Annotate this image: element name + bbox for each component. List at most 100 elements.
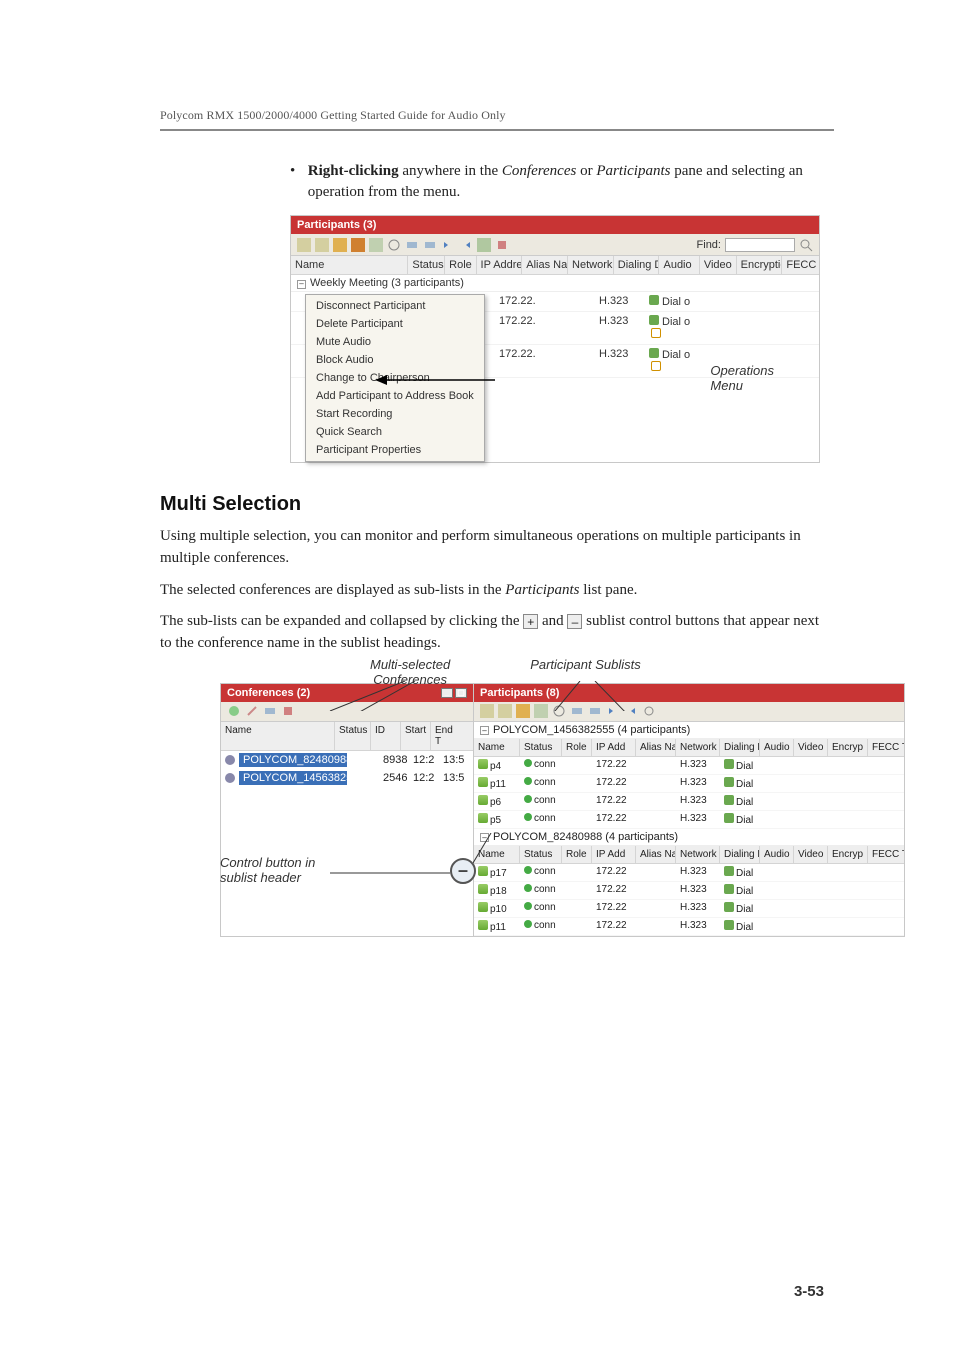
cth-status[interactable]: Status: [335, 722, 371, 750]
context-menu-item[interactable]: Block Audio: [306, 351, 484, 369]
toolbar-icon[interactable]: [351, 238, 365, 252]
toolbar-icon[interactable]: [477, 238, 491, 252]
participant-row[interactable]: p10conn172.22H.323Dial: [474, 900, 904, 918]
participant-row[interactable]: p18conn172.22H.323Dial: [474, 882, 904, 900]
sth-role[interactable]: Role: [562, 739, 592, 756]
context-menu-item[interactable]: Disconnect Participant: [306, 297, 484, 315]
collapse-icon[interactable]: –: [480, 726, 489, 735]
participants-panel: Participants (3) Find:: [290, 215, 820, 463]
sth-role[interactable]: Role: [562, 846, 592, 863]
group-label: Weekly Meeting (3 participants): [310, 277, 464, 289]
bullet-ital-2: Participants: [596, 163, 670, 179]
toolbar-icon[interactable]: [297, 238, 311, 252]
sth-audio[interactable]: Audio: [760, 739, 794, 756]
header-rule: [160, 129, 834, 131]
sub-table-header: Name Status Role IP Add Alias Na Network…: [474, 846, 904, 864]
participant-row[interactable]: p5conn172.22H.323Dial: [474, 811, 904, 829]
sth-status[interactable]: Status: [520, 739, 562, 756]
th-status[interactable]: Status: [408, 256, 445, 274]
sth-alias[interactable]: Alias Na: [636, 846, 676, 863]
sublist-1-label: POLYCOM_1456382555 (4 participants): [493, 724, 690, 736]
search-icon[interactable]: [799, 238, 813, 252]
sth-enc[interactable]: Encryp: [828, 846, 868, 863]
toolbar-icon[interactable]: [387, 238, 401, 252]
th-ip[interactable]: IP Addres: [477, 256, 523, 274]
th-alias[interactable]: Alias Na: [522, 256, 568, 274]
running-header: Polycom RMX 1500/2000/4000 Getting Start…: [160, 108, 834, 123]
toolbar-icon[interactable]: [459, 238, 473, 252]
cth-name[interactable]: Name: [221, 722, 335, 750]
toolbar-icon[interactable]: [369, 238, 383, 252]
th-name[interactable]: Name: [291, 256, 408, 274]
sth-audio[interactable]: Audio: [760, 846, 794, 863]
conference-row[interactable]: POLYCOM_145638255254612:213:5: [221, 769, 473, 787]
sth-enc[interactable]: Encryp: [828, 739, 868, 756]
annotation-arrow: [375, 375, 495, 385]
context-menu-item[interactable]: Add Participant to Address Book: [306, 387, 484, 405]
sth-video[interactable]: Video: [794, 846, 828, 863]
para-2: The selected conferences are displayed a…: [160, 580, 834, 602]
participants-pane: Participants (8) –POLYCOM_1456382555 (4 …: [474, 683, 905, 937]
sth-fecc[interactable]: FECC T: [868, 739, 904, 756]
sth-video[interactable]: Video: [794, 739, 828, 756]
participant-row[interactable]: p11conn172.22H.323Dial: [474, 918, 904, 936]
conference-row[interactable]: POLYCOM_82480988893812:213:5: [221, 751, 473, 769]
toolbar-icon[interactable]: [495, 238, 509, 252]
cth-id[interactable]: ID: [371, 722, 401, 750]
sublist-heading-1[interactable]: –POLYCOM_1456382555 (4 participants): [474, 722, 904, 739]
th-role[interactable]: Role: [445, 256, 476, 274]
sth-ip[interactable]: IP Add: [592, 846, 636, 863]
panel-title: Participants (3): [291, 216, 819, 234]
participant-row[interactable]: p4conn172.22H.323Dial: [474, 757, 904, 775]
th-video[interactable]: Video: [700, 256, 737, 274]
table-header: Name Status Role IP Addres Alias Na Netw…: [291, 256, 819, 275]
sth-dial[interactable]: Dialing D: [720, 846, 760, 863]
participant-row[interactable]: p11conn172.22H.323Dial: [474, 775, 904, 793]
sth-net[interactable]: Network: [676, 739, 720, 756]
operations-menu-label: Operations Menu: [710, 363, 774, 393]
para2-b: Participants: [505, 582, 579, 598]
sth-alias[interactable]: Alias Na: [636, 739, 676, 756]
para2-c: list pane.: [579, 582, 637, 598]
panel-toolbar: Find:: [291, 234, 819, 256]
bullet-text-2: or: [576, 163, 596, 179]
sth-fecc[interactable]: FECC T: [868, 846, 904, 863]
collapse-icon[interactable]: –: [297, 280, 306, 289]
cth-start[interactable]: Start: [401, 722, 431, 750]
para-3: The sub-lists can be expanded and collap…: [160, 611, 834, 655]
screenshot-2: Multi-selected Conferences Participant S…: [220, 683, 860, 937]
th-encryption[interactable]: Encryptio: [737, 256, 783, 274]
control-button-label: Control button in sublist header: [220, 855, 340, 885]
context-menu-item[interactable]: Participant Properties: [306, 441, 484, 459]
find-input[interactable]: [725, 238, 795, 252]
th-dialing[interactable]: Dialing Di: [614, 256, 660, 274]
magnify-connector: [473, 833, 503, 863]
sth-ip[interactable]: IP Add: [592, 739, 636, 756]
annotation-connector: [330, 868, 450, 878]
th-network[interactable]: Network: [568, 256, 614, 274]
context-menu-item[interactable]: Mute Audio: [306, 333, 484, 351]
context-menu-item[interactable]: Start Recording: [306, 405, 484, 423]
sublist-2-label: POLYCOM_82480988 (4 participants): [493, 831, 678, 843]
context-menu-item[interactable]: Quick Search: [306, 423, 484, 441]
sth-net[interactable]: Network: [676, 846, 720, 863]
toolbar-icon[interactable]: [405, 238, 419, 252]
sth-dial[interactable]: Dialing D: [720, 739, 760, 756]
th-audio[interactable]: Audio: [659, 256, 699, 274]
participant-row[interactable]: p6conn172.22H.323Dial: [474, 793, 904, 811]
bullet-paragraph: • Right-clicking anywhere in the Confere…: [290, 161, 834, 203]
sth-name[interactable]: Name: [474, 739, 520, 756]
minus-icon: –: [567, 614, 582, 629]
toolbar-icon[interactable]: [315, 238, 329, 252]
th-fecc[interactable]: FECC T: [782, 256, 819, 274]
toolbar-icon[interactable]: [423, 238, 437, 252]
find-label: Find:: [697, 239, 721, 251]
cth-end[interactable]: End T: [431, 722, 461, 750]
sublist-heading-2[interactable]: –POLYCOM_82480988 (4 participants): [474, 829, 904, 846]
sth-status[interactable]: Status: [520, 846, 562, 863]
group-heading[interactable]: –Weekly Meeting (3 participants): [291, 275, 819, 292]
toolbar-icon[interactable]: [441, 238, 455, 252]
toolbar-icon[interactable]: [333, 238, 347, 252]
participant-row[interactable]: p17conn172.22H.323Dial: [474, 864, 904, 882]
context-menu-item[interactable]: Delete Participant: [306, 315, 484, 333]
